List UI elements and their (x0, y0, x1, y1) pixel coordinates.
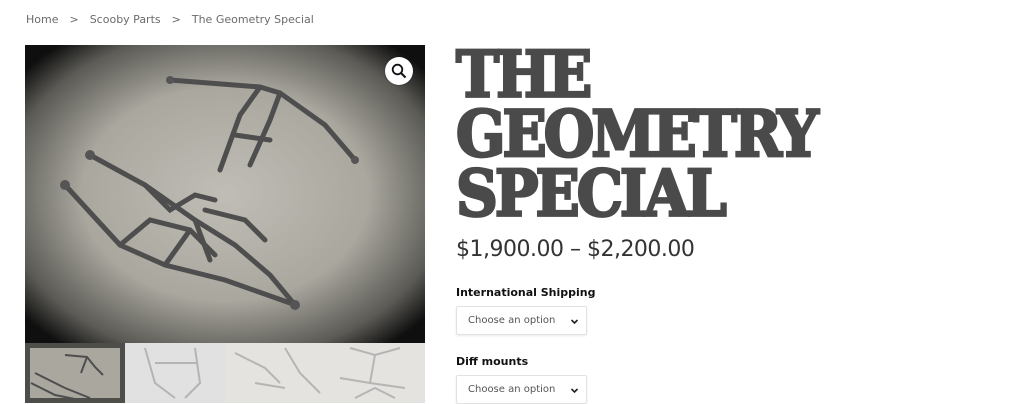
breadcrumb-separator-icon: > (69, 13, 79, 26)
product-title-line: THE (455, 37, 594, 113)
international-shipping-select[interactable]: Choose an option (456, 306, 587, 335)
product-main-image[interactable] (25, 45, 425, 343)
thumbnail-1[interactable] (25, 343, 125, 403)
thumbnail-4[interactable] (325, 343, 425, 403)
product-summary: THE GEOMETRY SPECIAL (455, 41, 1016, 226)
product-title: THE GEOMETRY SPECIAL (455, 37, 1016, 231)
select-value: Choose an option (468, 315, 556, 326)
diff-mounts-label: Diff mounts (456, 355, 529, 368)
breadcrumb-separator-icon: > (171, 13, 181, 26)
gallery-thumbnails (25, 343, 425, 403)
breadcrumb: Home > Scooby Parts > The Geometry Speci… (26, 13, 314, 26)
breadcrumb-current-page: The Geometry Special (191, 13, 314, 26)
breadcrumb-scooby-parts-link[interactable]: Scooby Parts (90, 13, 161, 26)
thumbnail-3[interactable] (225, 343, 325, 403)
magnifier-icon (391, 63, 407, 79)
product-price: $1,900.00 – $2,200.00 (456, 237, 695, 262)
zoom-button[interactable] (385, 57, 413, 85)
product-title-line: GEOMETRY (455, 96, 820, 172)
select-value: Choose an option (468, 384, 556, 395)
chevron-down-icon (570, 388, 579, 394)
thumbnail-2[interactable] (125, 343, 225, 403)
breadcrumb-home-link[interactable]: Home (26, 13, 58, 26)
diff-mounts-select[interactable]: Choose an option (456, 375, 587, 404)
international-shipping-label: International Shipping (456, 286, 596, 299)
chevron-down-icon (570, 319, 579, 325)
product-title-line: SPECIAL (455, 156, 728, 231)
